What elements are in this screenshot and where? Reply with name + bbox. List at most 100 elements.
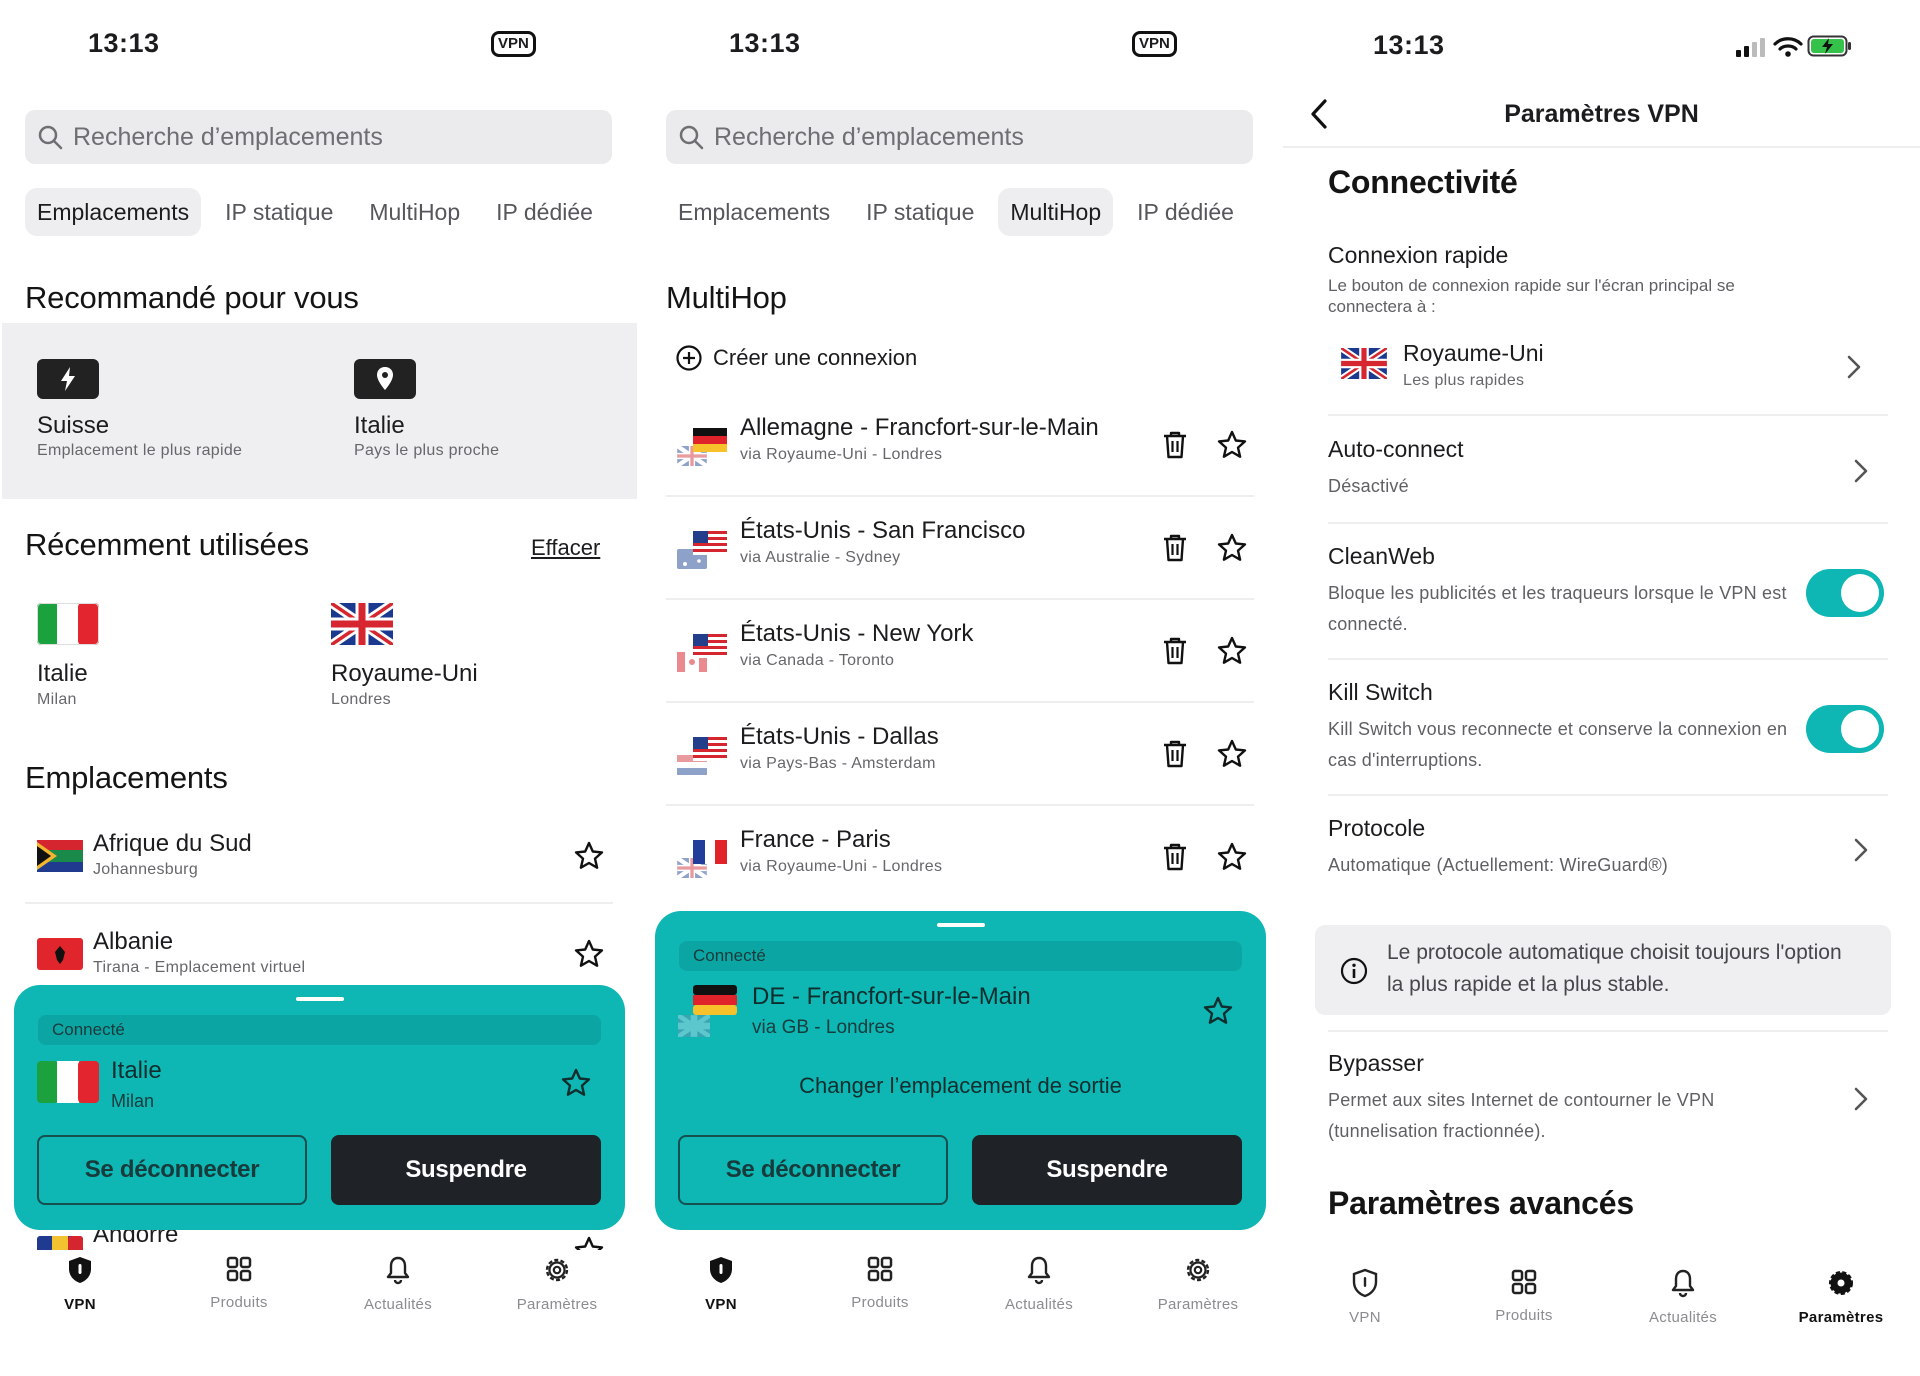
nav-label: Produits (1495, 1307, 1553, 1324)
divider (1328, 522, 1888, 524)
recommended-card-fastest[interactable]: Suisse Emplacement le plus rapide (2, 323, 319, 499)
chevron-right-icon (1854, 838, 1868, 862)
quick-connect-value-sub: Les plus rapides (1403, 372, 1525, 389)
quick-connect-selector[interactable]: Royaume-Uni Les plus rapides (1341, 332, 1868, 402)
favorite-star-icon[interactable] (1216, 429, 1248, 461)
trash-icon[interactable] (1161, 842, 1189, 872)
nav-vpn[interactable]: VPN (661, 1255, 781, 1313)
connected-via: via GB - Londres (752, 1017, 895, 1038)
sheet-handle[interactable] (936, 923, 985, 927)
tab-multihop[interactable]: MultiHop (357, 188, 472, 236)
trash-icon[interactable] (1161, 739, 1189, 769)
nav-vpn[interactable]: VPN (1305, 1268, 1425, 1326)
tab-emplacements[interactable]: Emplacements (666, 188, 842, 236)
recommended-card-closest[interactable]: Italie Pays le plus proche (319, 323, 637, 499)
nav-settings[interactable]: Paramètres (497, 1255, 617, 1313)
bypasser-row[interactable]: Bypasser Permet aux sites Internet de co… (1328, 1050, 1888, 1147)
cleanweb-title: CleanWeb (1328, 543, 1435, 569)
favorite-star-icon[interactable] (573, 840, 605, 872)
disconnect-button[interactable]: Se déconnecter (37, 1135, 307, 1205)
grid-icon (867, 1256, 893, 1282)
tab-emplacements[interactable]: Emplacements (25, 188, 202, 236)
usa-flag-icon (693, 737, 727, 761)
vpn-status-badge: VPN (1132, 31, 1177, 57)
change-exit-button[interactable]: Changer l’emplacement de sortie (655, 1073, 1266, 1099)
nav-products[interactable]: Produits (179, 1255, 299, 1311)
nav-settings[interactable]: Paramètres (1138, 1255, 1258, 1313)
tab-ip-statique[interactable]: IP statique (854, 188, 986, 236)
nav-products[interactable]: Produits (1464, 1268, 1584, 1324)
protocol-info-box: Le protocole automatique choisit toujour… (1315, 925, 1891, 1015)
search-placeholder: Recherche d’emplacements (73, 122, 383, 151)
multihop-route-row[interactable]: France - Paris via Royaume-Uni - Londres (666, 806, 1254, 909)
south-africa-flag-icon (37, 840, 83, 872)
germany-flag-icon (693, 985, 737, 1015)
connected-card[interactable]: Connecté Italie Milan Se déconnecter Sus… (14, 985, 625, 1230)
albania-flag-icon (37, 938, 83, 970)
kill-switch-toggle[interactable] (1806, 705, 1884, 753)
nav-news[interactable]: Actualités (1623, 1268, 1743, 1326)
recent-item-italy[interactable]: Italie Milan (37, 603, 297, 709)
bottom-nav: VPN Produits Actualités Paramètres (641, 1255, 1281, 1335)
pause-button[interactable]: Suspendre (331, 1135, 601, 1205)
multihop-route-row[interactable]: États-Unis - Dallas via Pays-Bas - Amste… (666, 703, 1254, 806)
favorite-star-icon[interactable] (1216, 532, 1248, 564)
favorite-star-icon[interactable] (1202, 995, 1234, 1027)
route-via: via Royaume-Uni - Londres (740, 446, 943, 463)
kill-switch-title: Kill Switch (1328, 679, 1433, 705)
tab-ip-dediee[interactable]: IP dédiée (1125, 188, 1246, 236)
uk-flag-icon (678, 1015, 710, 1037)
protocol-row[interactable]: Protocole Automatique (Actuellement: Wir… (1328, 815, 1888, 901)
nav-products[interactable]: Produits (820, 1255, 940, 1311)
chevron-right-icon (1854, 1087, 1868, 1111)
grid-icon (1511, 1269, 1537, 1295)
favorite-star-icon[interactable] (560, 1067, 592, 1099)
multihop-route-row[interactable]: Allemagne - Francfort-sur-le-Main via Ro… (666, 394, 1254, 497)
sheet-handle[interactable] (295, 997, 344, 1001)
gear-icon (545, 1258, 569, 1282)
nav-label: Produits (210, 1294, 268, 1311)
tab-multihop[interactable]: MultiHop (998, 188, 1114, 236)
nav-label: Actualités (363, 1296, 433, 1313)
favorite-star-icon[interactable] (1216, 738, 1248, 770)
tab-ip-dediee[interactable]: IP dédiée (484, 188, 605, 236)
trash-icon[interactable] (1161, 430, 1189, 460)
disconnect-button[interactable]: Se déconnecter (678, 1135, 948, 1205)
tab-ip-statique[interactable]: IP statique (213, 188, 345, 236)
favorite-star-icon[interactable] (1216, 635, 1248, 667)
favorite-star-icon[interactable] (573, 938, 605, 970)
connected-card[interactable]: Connecté DE - Francfort-sur-le-Main via … (655, 911, 1266, 1230)
create-connection-button[interactable]: Créer une connexion (675, 344, 917, 372)
nav-vpn[interactable]: VPN (20, 1255, 140, 1313)
recent-heading: Récemment utilisées (25, 527, 309, 562)
multihop-route-row[interactable]: États-Unis - San Francisco via Australie… (666, 497, 1254, 600)
multihop-route-row[interactable]: États-Unis - New York via Canada - Toron… (666, 600, 1254, 703)
wifi-icon (1773, 37, 1803, 57)
trash-icon[interactable] (1161, 636, 1189, 666)
route-flags (677, 531, 733, 573)
search-input[interactable]: Recherche d’emplacements (666, 110, 1253, 164)
protocol-title: Protocole (1328, 815, 1426, 841)
route-via: via Royaume-Uni - Londres (740, 858, 943, 875)
quick-connect-row: Connexion rapide Le bouton de connexion … (1328, 242, 1888, 317)
route-name: États-Unis - New York (740, 620, 974, 647)
recent-item-uk[interactable]: Royaume-Uni Londres (328, 599, 591, 709)
nav-news[interactable]: Actualités (338, 1255, 458, 1313)
divider (1328, 658, 1888, 660)
nav-settings[interactable]: Paramètres (1781, 1268, 1901, 1326)
trash-icon[interactable] (1161, 533, 1189, 563)
search-input[interactable]: Recherche d’emplacements (25, 110, 612, 164)
clear-recent-link[interactable]: Effacer (531, 535, 600, 561)
connected-sub: Milan (111, 1091, 155, 1111)
pause-button[interactable]: Suspendre (972, 1135, 1242, 1205)
cleanweb-toggle[interactable] (1806, 569, 1884, 617)
bypasser-desc: Permet aux sites Internet de contourner … (1328, 1090, 1715, 1141)
gear-icon (1829, 1271, 1853, 1295)
favorite-star-icon[interactable] (1216, 841, 1248, 873)
list-item[interactable]: Afrique du Sud Johannesburg (25, 806, 613, 904)
screen-vpn-settings: 13:13 Paramètres VPN Connectivité Connex… (1283, 0, 1920, 1376)
nav-news[interactable]: Actualités (979, 1255, 1099, 1313)
recommended-sub: Pays le plus proche (354, 442, 500, 459)
nav-label: VPN (64, 1296, 96, 1313)
auto-connect-row[interactable]: Auto-connect Désactivé (1328, 436, 1888, 522)
